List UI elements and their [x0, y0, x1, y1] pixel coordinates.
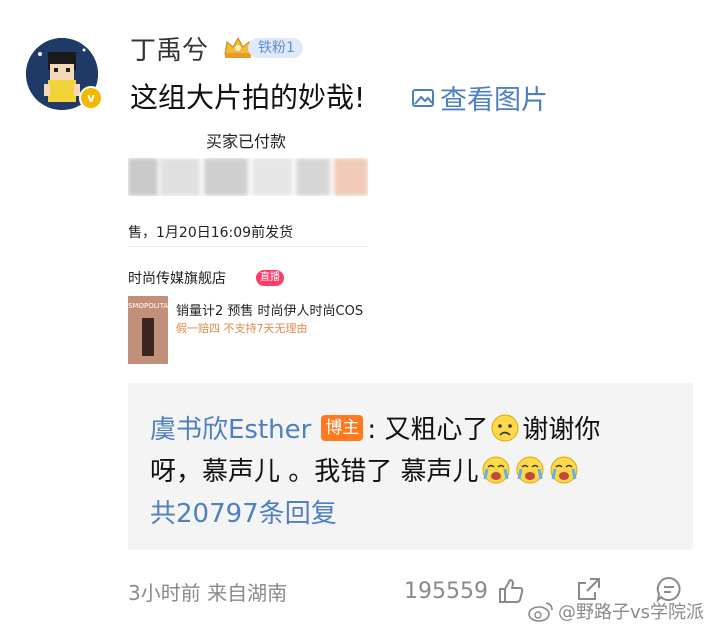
reply-count-link[interactable]: 共20797条回复 — [150, 493, 337, 530]
crying-face-emoji-icon — [482, 456, 510, 483]
cover-figure — [142, 318, 154, 356]
reply-line-2: 呀，慕声儿 。我错了 慕声儿 — [150, 451, 581, 488]
product-thumbnail: SMOPOLITAN — [128, 296, 173, 364]
attached-image[interactable]: 买家已付款 售，1月20日16:09前发货 时尚传媒旗舰店 直播 SMOPOLI… — [128, 118, 368, 368]
reply-text-continued: 呀，慕声儿 。我错了 慕声儿 — [150, 457, 479, 487]
image-icon — [412, 88, 434, 107]
product-sales: 销量计2 预售 时尚伊人时尚COS — [176, 304, 364, 319]
watermark-text: @野路子vs学院派 — [558, 602, 705, 623]
crying-face-emoji-icon — [516, 456, 544, 483]
shipping-info: 售，1月20日16:09前发货 — [128, 225, 294, 241]
view-image-link[interactable]: 查看图片 — [410, 78, 548, 117]
crying-face-emoji-icon — [550, 456, 578, 483]
username[interactable]: 丁禹兮 — [130, 30, 208, 67]
fan-badge-label: 铁粉1 — [248, 38, 303, 58]
live-tag: 直播 — [256, 270, 284, 286]
reply-line-1: 虞书欣Esther 博主 : 又粗心了 谢谢你 — [150, 409, 600, 446]
magazine-title: SMOPOLITAN — [128, 302, 174, 310]
fan-badge[interactable]: 铁粉1 — [222, 34, 304, 60]
reply-text: : 又粗心了 — [367, 415, 489, 445]
product-guarantee: 假一赔四 不支持7天无理由 — [176, 322, 308, 335]
verified-badge-icon: v — [79, 86, 103, 110]
watermark: @野路子vs学院派 — [528, 598, 704, 624]
reply-preview[interactable]: 虞书欣Esther 博主 : 又粗心了 谢谢你 呀，慕声儿 。我错了 慕声儿 共… — [128, 383, 693, 550]
like-count: 195559 — [404, 578, 488, 604]
view-image-label: 查看图片 — [440, 85, 548, 116]
comment-text: 这组大片拍的妙哉! — [130, 81, 366, 114]
reply-author[interactable]: 虞书欣Esther — [150, 409, 311, 446]
like-button[interactable]: 195559 — [404, 576, 526, 606]
post-time-location: 3小时前 来自湖南 — [128, 581, 288, 605]
weibo-logo-icon — [528, 602, 553, 622]
reply-text-tail: 谢谢你 — [522, 415, 601, 445]
image-title: 买家已付款 — [206, 132, 287, 151]
blurred-address — [128, 158, 368, 196]
blogger-tag: 博主 — [321, 414, 364, 441]
thumbs-up-icon — [498, 579, 524, 603]
shop-name: 时尚传媒旗舰店 — [128, 271, 226, 287]
sad-face-emoji-icon — [491, 414, 519, 441]
divider — [128, 246, 368, 247]
